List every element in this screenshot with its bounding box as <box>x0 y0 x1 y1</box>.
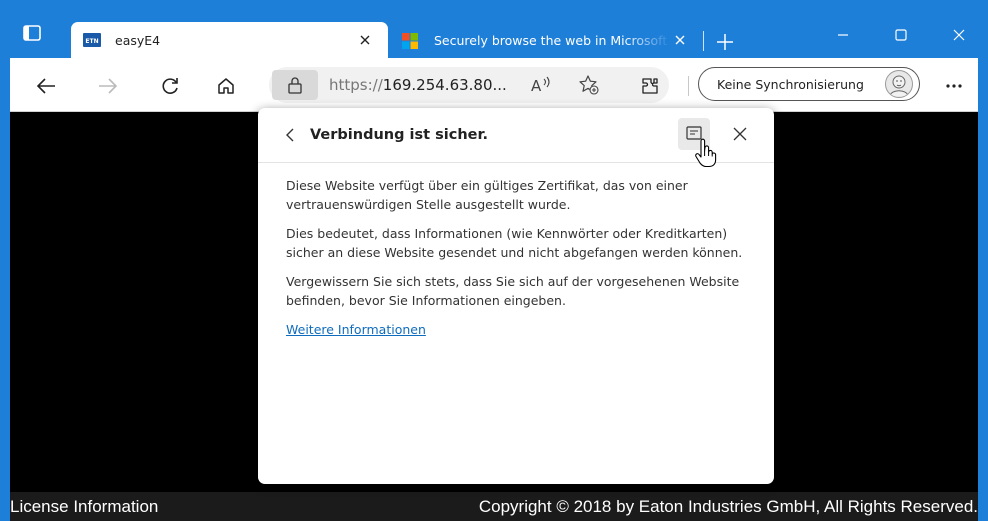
popup-body: Diese Website verfügt über ein gültiges … <box>286 176 746 339</box>
url-text[interactable]: https://169.254.63.80... <box>329 67 507 103</box>
lock-icon[interactable] <box>272 70 318 100</box>
new-tab-icon[interactable] <box>711 28 739 56</box>
tab-title: easyE4 <box>115 32 161 48</box>
copyright-text: Copyright © 2018 by Eaton Industries Gmb… <box>478 497 978 516</box>
close-window-icon[interactable] <box>936 20 982 50</box>
close-tab-icon[interactable] <box>671 29 690 51</box>
window-frame-left <box>0 0 10 521</box>
maximize-icon[interactable] <box>878 20 924 50</box>
back-chevron-icon[interactable] <box>280 121 300 149</box>
microsoft-logo-icon <box>402 33 420 49</box>
minimize-icon[interactable] <box>820 20 866 50</box>
sync-label: Keine Synchronisierung <box>717 76 864 92</box>
tab-easye4[interactable]: ETN easyE4 <box>71 22 388 58</box>
avatar <box>885 70 913 98</box>
popup-title: Verbindung ist sicher. <box>310 127 489 143</box>
paragraph: Vergewissern Sie sich stets, dass Sie si… <box>286 274 740 308</box>
address-bar[interactable]: https://169.254.63.80... A <box>269 67 669 103</box>
tab-edge-welcome[interactable]: Securely browse the web in Microsoft Edg… <box>390 22 702 58</box>
more-info-link[interactable]: Weitere Informationen <box>286 322 426 337</box>
svg-text:A: A <box>531 77 542 95</box>
more-options-icon[interactable] <box>938 70 970 102</box>
window-frame-right <box>978 0 988 521</box>
toolbar: https://169.254.63.80... A Keine Synchro… <box>10 58 978 112</box>
paragraph: Diese Website verfügt über ein gültiges … <box>286 178 688 212</box>
home-icon[interactable] <box>210 70 242 102</box>
read-aloud-icon[interactable]: A <box>527 71 555 99</box>
license-information-link[interactable]: License Information <box>10 492 158 521</box>
extensions-icon[interactable] <box>634 70 666 102</box>
close-icon[interactable] <box>724 118 756 150</box>
title-bar: ETN easyE4 Securely browse the web in Mi… <box>0 0 988 58</box>
toolbar-separator <box>688 76 689 96</box>
page-footer: License Information Copyright © 2018 by … <box>10 492 978 521</box>
svg-text:ETN: ETN <box>85 38 98 45</box>
tab-title: Securely browse the web in Microsoft Edg… <box>434 32 671 48</box>
eaton-logo-icon: ETN <box>83 33 101 47</box>
add-favorite-icon[interactable] <box>575 71 603 99</box>
site-info-popup: Verbindung ist sicher. Diese Website ver… <box>258 108 774 484</box>
back-icon[interactable] <box>30 70 62 102</box>
close-tab-icon[interactable] <box>354 29 376 51</box>
refresh-icon[interactable] <box>154 70 186 102</box>
paragraph: Dies bedeutet, dass Informationen (wie K… <box>286 226 743 260</box>
tab-divider <box>703 31 704 51</box>
hand-cursor-icon <box>693 138 719 168</box>
tab-actions-icon[interactable] <box>18 19 46 47</box>
sync-profile-button[interactable]: Keine Synchronisierung <box>698 67 920 101</box>
forward-icon <box>92 70 124 102</box>
